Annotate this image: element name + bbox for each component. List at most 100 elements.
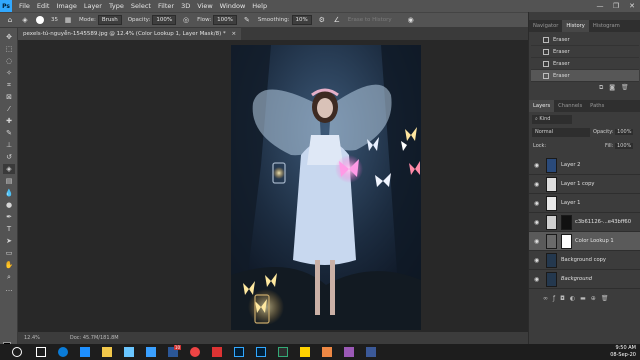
home-icon[interactable]: ⌂ <box>5 15 15 25</box>
eraser-tool-icon[interactable]: ◈ <box>20 15 30 25</box>
menu-window[interactable]: Window <box>220 0 246 12</box>
group-icon[interactable]: ▬ <box>580 295 591 302</box>
canvas-area[interactable] <box>18 40 528 332</box>
lasso-tool-icon[interactable]: ◌ <box>3 56 15 66</box>
history-state[interactable]: Eraser <box>531 34 639 46</box>
erase-to-history-checkbox[interactable]: Erase to History <box>348 17 392 23</box>
pen-tool-icon[interactable]: ✒ <box>3 212 15 222</box>
tab-layers[interactable]: Layers <box>529 100 555 112</box>
app-icon[interactable] <box>344 347 354 357</box>
windows-store-icon[interactable] <box>80 347 90 357</box>
pressure-size-icon[interactable]: ◉ <box>406 15 416 25</box>
smoothing-settings-icon[interactable]: ⚙ <box>317 15 327 25</box>
visibility-eye-icon[interactable]: ◉ <box>534 162 541 169</box>
app-icon[interactable] <box>278 347 288 357</box>
eraser-tool-icon[interactable]: ◈ <box>3 164 15 174</box>
new-layer-icon[interactable]: ⊕ <box>591 295 601 302</box>
camera-icon[interactable]: ◙ <box>609 84 615 91</box>
menu-file[interactable]: File <box>19 0 30 12</box>
tab-navigator[interactable]: Navigator <box>529 20 562 32</box>
layer-row[interactable]: ◉ Layer 1 copy <box>529 175 640 194</box>
layer-row[interactable]: ◉ Background <box>529 270 640 289</box>
app-icon[interactable] <box>300 347 310 357</box>
menu-image[interactable]: Image <box>56 0 76 12</box>
tab-histogram[interactable]: Histogram <box>589 20 624 32</box>
gradient-tool-icon[interactable]: ▤ <box>3 176 15 186</box>
frame-tool-icon[interactable]: ⊠ <box>3 92 15 102</box>
visibility-eye-icon[interactable]: ◉ <box>534 219 541 226</box>
app-icon[interactable]: 10 <box>168 345 181 357</box>
menu-3d[interactable]: 3D <box>181 0 190 12</box>
type-tool-icon[interactable]: T <box>3 224 15 234</box>
healing-brush-tool-icon[interactable]: ✚ <box>3 116 15 126</box>
layer-opacity-input[interactable]: 100% <box>615 129 634 135</box>
airbrush-icon[interactable]: ✎ <box>242 15 252 25</box>
layer-row[interactable]: ◉ Layer 2 <box>529 156 640 175</box>
more-tools-icon[interactable]: … <box>3 284 15 294</box>
eyedropper-tool-icon[interactable]: ⁄ <box>3 104 15 114</box>
system-tray-clock[interactable]: 9:50 AM 08-Sep-20 <box>610 345 636 359</box>
photos-icon[interactable] <box>146 347 156 357</box>
delete-state-icon[interactable]: 🗑 <box>621 84 629 91</box>
blur-tool-icon[interactable]: 💧 <box>3 188 15 198</box>
document-tab[interactable]: pexels-tú-nguyễn-1545589.jpg @ 12.4% (Co… <box>18 28 242 40</box>
angle-icon[interactable]: ∠ <box>332 15 342 25</box>
menu-type[interactable]: Type <box>109 0 124 12</box>
tab-history[interactable]: History <box>562 20 589 32</box>
menu-view[interactable]: View <box>197 0 212 12</box>
chrome-icon[interactable] <box>190 347 200 357</box>
brush-tool-icon[interactable]: ✎ <box>3 128 15 138</box>
zoom-tool-icon[interactable]: ⌕ <box>3 272 15 282</box>
rectangle-tool-icon[interactable]: ▭ <box>3 248 15 258</box>
acrobat-icon[interactable] <box>212 347 222 357</box>
visibility-eye-icon[interactable]: ◉ <box>534 276 541 283</box>
layer-row[interactable]: ◉ Background copy <box>529 251 640 270</box>
pressure-opacity-icon[interactable]: ◎ <box>181 15 191 25</box>
hand-tool-icon[interactable]: ✋ <box>3 260 15 270</box>
new-snapshot-icon[interactable]: ⧉ <box>599 84 603 91</box>
document-tab-close-icon[interactable]: × <box>231 31 236 37</box>
history-state-current[interactable]: Eraser <box>531 70 639 82</box>
menu-help[interactable]: Help <box>252 0 267 12</box>
blend-mode-select[interactable]: Normal <box>532 128 590 137</box>
task-view-icon[interactable] <box>36 347 46 357</box>
visibility-eye-icon[interactable]: ◉ <box>534 238 541 245</box>
history-state[interactable]: Eraser <box>531 46 639 58</box>
brush-settings-icon[interactable]: ▦ <box>63 15 73 25</box>
document-info[interactable]: Doc: 45.7M/181.8M <box>70 335 119 341</box>
brush-preset-picker[interactable] <box>35 15 45 25</box>
zoom-level[interactable]: 12.4% <box>24 335 40 341</box>
photoshop-taskbar-icon[interactable] <box>234 347 244 357</box>
flow-input[interactable]: 100% <box>213 15 237 25</box>
app-icon[interactable] <box>366 347 376 357</box>
minimize-button[interactable]: — <box>592 0 608 12</box>
layer-row[interactable]: ◉ Layer 1 <box>529 194 640 213</box>
history-brush-tool-icon[interactable]: ↺ <box>3 152 15 162</box>
menu-filter[interactable]: Filter <box>158 0 174 12</box>
dodge-tool-icon[interactable]: ● <box>3 200 15 210</box>
photoshop-taskbar-icon[interactable] <box>256 347 266 357</box>
path-selection-tool-icon[interactable]: ➤ <box>3 236 15 246</box>
visibility-eye-icon[interactable]: ◉ <box>534 200 541 207</box>
app-icon[interactable] <box>322 347 332 357</box>
tab-channels[interactable]: Channels <box>554 100 586 112</box>
adjustment-icon[interactable]: ◐ <box>570 295 580 302</box>
menu-edit[interactable]: Edit <box>37 0 50 12</box>
tab-paths[interactable]: Paths <box>586 100 608 112</box>
smoothing-input[interactable]: 10% <box>291 15 312 25</box>
crop-tool-icon[interactable]: ⌗ <box>3 80 15 90</box>
move-tool-icon[interactable]: ✥ <box>3 32 15 42</box>
maximize-button[interactable]: ❐ <box>608 0 624 12</box>
file-explorer-icon[interactable] <box>102 347 112 357</box>
layer-row[interactable]: ◉ c3b61126-...e43bff60 <box>529 213 640 232</box>
visibility-eye-icon[interactable]: ◉ <box>534 181 541 188</box>
search-icon[interactable] <box>12 347 22 357</box>
layer-filter-kind[interactable]: ⌕ Kind <box>532 115 572 124</box>
menu-select[interactable]: Select <box>131 0 151 12</box>
mode-select[interactable]: Brush <box>97 15 122 25</box>
link-layers-icon[interactable]: ∞ <box>543 295 553 302</box>
layer-fill-input[interactable]: 100% <box>614 143 634 149</box>
visibility-eye-icon[interactable]: ◉ <box>534 257 541 264</box>
menu-layer[interactable]: Layer <box>84 0 102 12</box>
edge-icon[interactable] <box>58 347 68 357</box>
